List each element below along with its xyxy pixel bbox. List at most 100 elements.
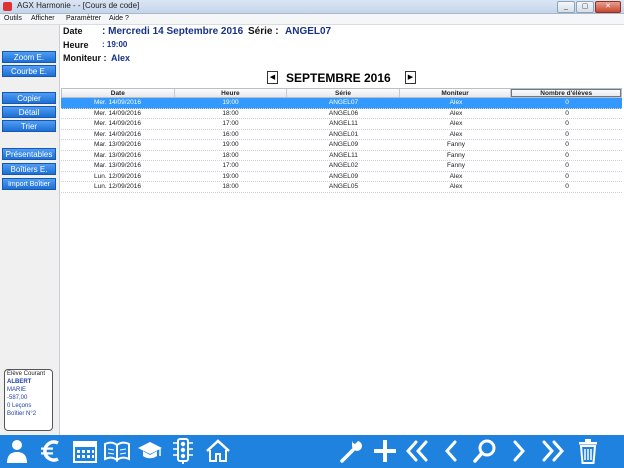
cell-moniteur: Fanny (446, 162, 466, 169)
previous-month-button[interactable]: ◀ (267, 71, 278, 84)
cell-nombre-eleves: 0 (565, 130, 569, 138)
table-row[interactable]: Mar. 13/09/2016 18:00 ANGEL11 Fanny 0 (61, 151, 622, 161)
minimize-button[interactable]: _ (557, 1, 575, 13)
cell-date: Mer. 14/09/2016 (94, 99, 141, 106)
cell-heure: 17:00 (222, 120, 239, 127)
trier-button[interactable]: Trier (2, 120, 56, 132)
zoom-e-button[interactable]: Zoom E. (2, 51, 56, 63)
euro-icon[interactable] (38, 438, 64, 464)
first-icon[interactable] (404, 438, 430, 464)
cell-nombre-eleves: 0 (565, 151, 569, 159)
boitiers-e-button[interactable]: Boîtiers E. (2, 163, 56, 175)
last-icon[interactable] (540, 438, 566, 464)
cell-moniteur: Alex (449, 183, 463, 190)
cell-nombre-eleves: 0 (565, 120, 569, 127)
table-row[interactable]: Mer. 14/09/2016 17:00 ANGEL11 Alex 0 (61, 119, 622, 130)
detail-button[interactable]: Détail (2, 106, 56, 118)
date-label: Date (63, 26, 83, 36)
student-firstname: MARIE (7, 387, 27, 393)
calendar-icon[interactable] (72, 438, 98, 464)
courbe-e-button[interactable]: Courbe E. (2, 65, 56, 77)
cell-serie: ANGEL01 (328, 130, 359, 138)
close-button[interactable]: ✕ (595, 1, 621, 13)
table-body: Mer. 14/09/2016 19:00 ANGEL07 Alex 0 Mer. 14/… (61, 98, 622, 193)
cell-nombre-eleves: 0 (565, 99, 569, 106)
cell-moniteur: Fanny (446, 141, 466, 148)
table-header: Date Heure Série Moniteur Nombre d'élève… (61, 88, 622, 98)
cell-serie: ANGEL11 (329, 120, 358, 127)
month-title: SEPTEMBRE 2016 (286, 71, 391, 85)
cell-moniteur: Alex (449, 172, 463, 180)
cell-nombre-eleves: 0 (565, 183, 569, 190)
title-bar: AGX Harmonie - - [Cours de code] _ ▢ ✕ (0, 0, 624, 14)
month-navigator: ◀ SEPTEMBRE 2016 ▶ (267, 71, 417, 85)
column-date[interactable]: Date (62, 89, 175, 97)
student-name: ALBERT (7, 379, 32, 385)
table-row[interactable]: Mer. 14/09/2016 16:00 ANGEL01 Alex 0 (61, 130, 622, 140)
cell-date: Lun. 12/09/2016 (94, 183, 141, 190)
cell-nombre-eleves: 0 (565, 109, 569, 117)
cell-heure: 19:00 (222, 172, 239, 180)
import-boitier-button[interactable]: Import Boîtier (2, 178, 56, 190)
cell-heure: 16:00 (222, 130, 239, 138)
menu-aide[interactable]: Aide ? (109, 14, 129, 24)
column-nombre-eleves[interactable]: Nombre d'élèves (511, 89, 621, 97)
search-icon[interactable] (472, 438, 498, 464)
table-row[interactable]: Lun. 12/09/2016 19:00 ANGEL09 Alex 0 (61, 172, 622, 182)
table-row[interactable]: Mer. 14/09/2016 19:00 ANGEL07 Alex 0 (61, 98, 622, 109)
bottom-toolbar (0, 435, 624, 468)
cell-nombre-eleves: 0 (565, 141, 569, 148)
copier-button[interactable]: Copier (2, 92, 56, 104)
cell-date: Mar. 13/09/2016 (94, 162, 141, 169)
book-icon[interactable] (104, 438, 130, 464)
main-panel: Date : Mercredi 14 Septembre 2016 Série … (59, 25, 624, 435)
cell-serie: ANGEL06 (328, 109, 359, 117)
cell-date: Mar. 13/09/2016 (94, 141, 141, 148)
cell-serie: ANGEL02 (328, 162, 359, 169)
cell-heure: 19:00 (222, 141, 239, 148)
menu-afficher[interactable]: Afficher (31, 14, 55, 24)
table-row[interactable]: Mar. 13/09/2016 17:00 ANGEL02 Fanny 0 (61, 161, 622, 172)
cell-serie: ANGEL09 (328, 172, 359, 180)
app-icon (3, 2, 12, 11)
menu-parametrer[interactable]: Paramètrer (66, 14, 101, 24)
cell-date: Lun. 12/09/2016 (94, 172, 141, 180)
current-student-header: Elève Courant (7, 371, 46, 377)
serie-value: ANGEL07 (285, 26, 332, 37)
cell-serie: ANGEL07 (328, 99, 359, 106)
cell-heure: 19:00 (222, 99, 239, 106)
window-controls: _ ▢ ✕ (557, 1, 621, 13)
cell-moniteur: Alex (449, 120, 463, 127)
wrench-icon[interactable] (338, 438, 364, 464)
menu-bar: Outils Afficher Paramètrer Aide ? (0, 14, 624, 25)
user-icon[interactable] (4, 438, 30, 464)
student-balance: -587,00 (7, 395, 28, 401)
moniteur-value: Alex (111, 53, 131, 63)
table-row[interactable]: Mar. 13/09/2016 19:00 ANGEL09 Fanny 0 (61, 140, 622, 151)
column-serie[interactable]: Série (287, 89, 400, 97)
menu-outils[interactable]: Outils (4, 14, 22, 24)
column-heure[interactable]: Heure (175, 89, 288, 97)
serie-label: Série : (248, 26, 279, 37)
cell-serie: ANGEL09 (328, 141, 359, 148)
next-icon[interactable] (506, 438, 532, 464)
plus-icon[interactable] (372, 438, 398, 464)
previous-icon[interactable] (438, 438, 464, 464)
home-icon[interactable] (205, 438, 231, 464)
graduation-cap-icon[interactable] (137, 438, 163, 464)
trash-icon[interactable] (575, 438, 601, 464)
cell-heure: 18:00 (222, 151, 239, 159)
table-row[interactable]: Lun. 12/09/2016 18:00 ANGEL05 Alex 0 (61, 182, 622, 193)
traffic-light-icon[interactable] (170, 438, 196, 464)
cell-moniteur: Fanny (446, 151, 466, 159)
sessions-table: Date Heure Série Moniteur Nombre d'élève… (61, 88, 622, 193)
cell-heure: 18:00 (222, 183, 239, 190)
window-title: AGX Harmonie - - [Cours de code] (17, 1, 140, 10)
moniteur-label: Moniteur : (63, 53, 107, 63)
next-month-button[interactable]: ▶ (405, 71, 416, 84)
table-row[interactable]: Mer. 14/09/2016 18:00 ANGEL06 Alex 0 (61, 109, 622, 119)
column-moniteur[interactable]: Moniteur (400, 89, 512, 97)
maximize-button[interactable]: ▢ (576, 1, 594, 13)
cell-nombre-eleves: 0 (565, 172, 569, 180)
presentables-button[interactable]: Présentables (2, 148, 56, 160)
